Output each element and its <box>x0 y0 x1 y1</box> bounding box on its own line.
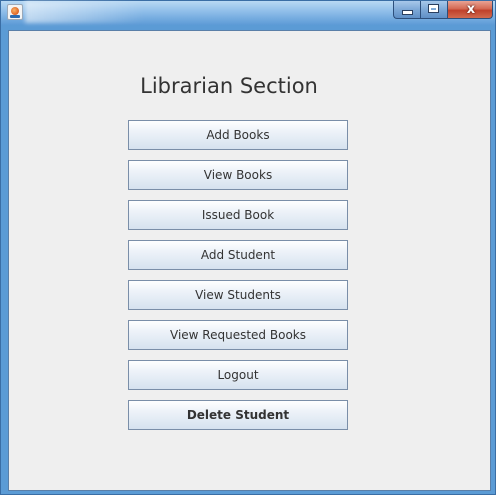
view-books-button[interactable]: View Books <box>128 160 348 190</box>
content-panel: Librarian Section Add Books View Books I… <box>8 30 491 491</box>
minimize-button[interactable] <box>393 1 420 19</box>
minimize-icon <box>403 11 412 14</box>
delete-student-button[interactable]: Delete Student <box>128 400 348 430</box>
close-button[interactable]: x <box>447 1 493 19</box>
close-icon: x <box>466 2 476 17</box>
app-window: x Librarian Section Add Books View Books… <box>0 0 496 495</box>
view-students-button[interactable]: View Students <box>128 280 348 310</box>
add-books-button[interactable]: Add Books <box>128 120 348 150</box>
java-app-icon[interactable] <box>7 4 23 20</box>
title-bar-highlight <box>25 1 145 23</box>
maximize-icon <box>429 5 438 12</box>
caption-buttons: x <box>393 1 493 19</box>
issued-book-button[interactable]: Issued Book <box>128 200 348 230</box>
title-bar[interactable]: x <box>1 1 495 25</box>
logout-button[interactable]: Logout <box>128 360 348 390</box>
maximize-button[interactable] <box>420 1 447 19</box>
page-title: Librarian Section <box>140 74 318 98</box>
view-requested-books-button[interactable]: View Requested Books <box>128 320 348 350</box>
add-student-button[interactable]: Add Student <box>128 240 348 270</box>
